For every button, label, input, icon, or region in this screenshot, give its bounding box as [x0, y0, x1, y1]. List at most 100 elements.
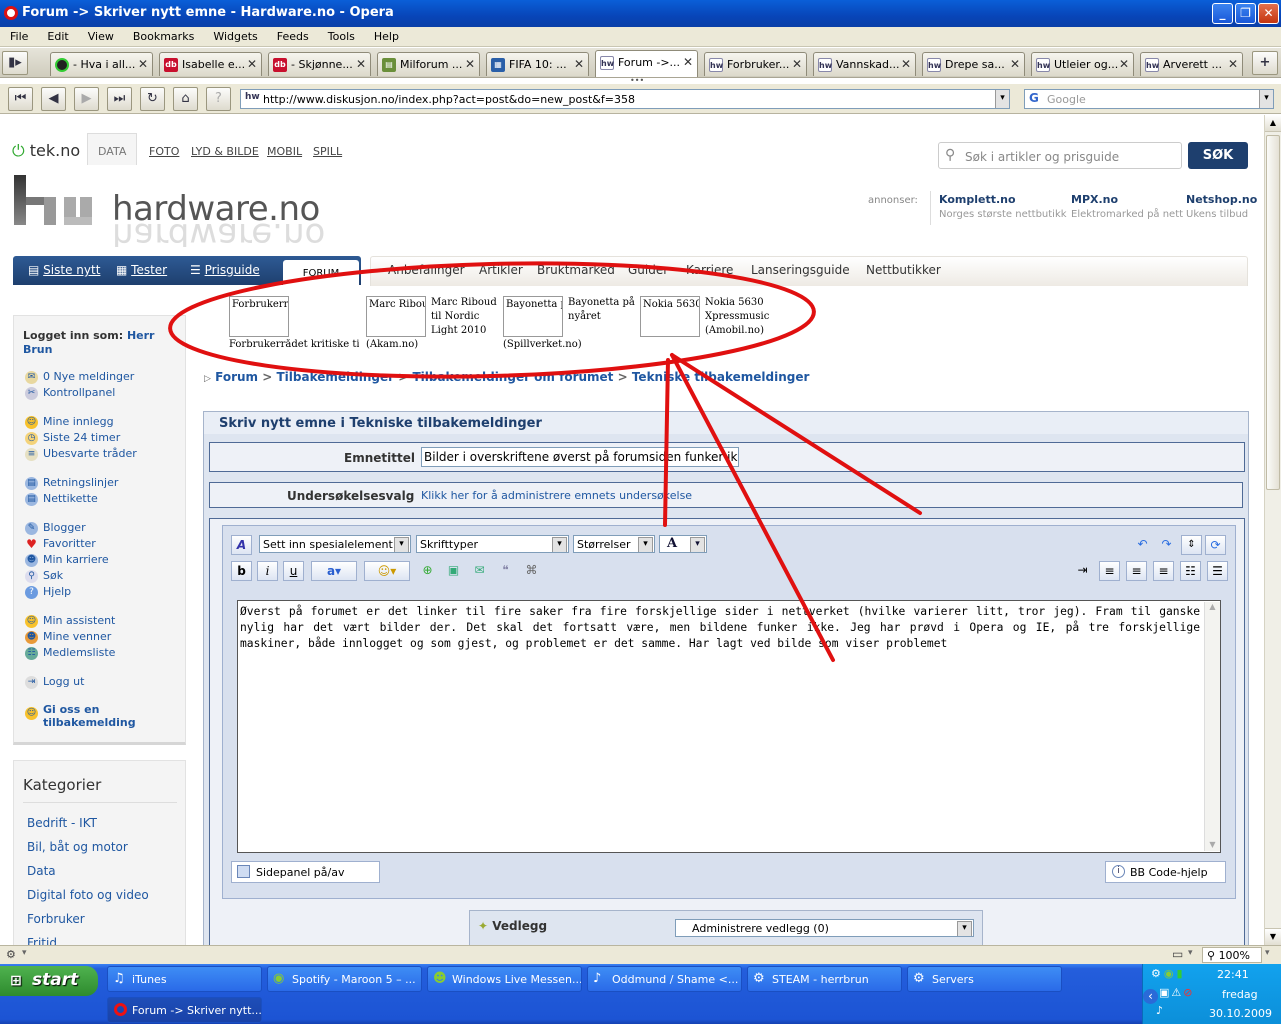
taskbar-item-messenger[interactable]: ☻ Windows Live Messen...: [427, 966, 582, 992]
hw-favicon: hw: [1036, 58, 1050, 72]
tray-expand-icon[interactable]: ‹: [1143, 989, 1158, 1004]
close-tab-icon[interactable]: ✕: [901, 57, 911, 71]
chevron-down-icon[interactable]: ▾: [22, 948, 27, 958]
menu-view[interactable]: View: [78, 27, 123, 43]
close-tab-icon[interactable]: ✕: [1228, 57, 1238, 71]
address-text: http://www.diskusjon.no/index.php?act=po…: [263, 93, 635, 106]
db-favicon: db: [164, 58, 178, 72]
minimize-button[interactable]: _: [1212, 3, 1233, 24]
hw-favicon: hw: [818, 58, 832, 72]
search-engine-input[interactable]: G Google ▾: [1024, 89, 1274, 109]
tab[interactable]: ▦ FIFA 10: ... ✕: [486, 52, 589, 76]
menu-feeds[interactable]: Feeds: [267, 27, 318, 43]
new-tab-icon[interactable]: +: [1252, 51, 1278, 75]
tab[interactable]: - Hva i all... ✕: [50, 52, 153, 76]
tab-label: - Hva i all...: [73, 58, 136, 71]
view-icon[interactable]: ▭: [1172, 947, 1183, 961]
close-tab-icon[interactable]: ✕: [138, 57, 148, 71]
title-bar: Forum -> Skriver nytt emne - Hardware.no…: [0, 0, 1281, 27]
menu-edit[interactable]: Edit: [37, 27, 77, 43]
tab[interactable]: db - Skjønne... ✕: [268, 52, 371, 76]
page-favicon: ▤: [382, 58, 396, 72]
db-favicon: db: [273, 58, 287, 72]
gear-icon[interactable]: ⚙: [6, 948, 16, 961]
security-icon[interactable]: ?: [206, 87, 231, 111]
tab[interactable]: hw Vannskad... ✕: [813, 52, 916, 76]
page-scrollbar[interactable]: ▲ ▼: [1264, 115, 1281, 945]
hw-favicon: hw: [245, 92, 260, 102]
close-tab-icon[interactable]: ✕: [356, 57, 366, 71]
chevron-down-icon[interactable]: ▾: [995, 90, 1009, 108]
close-tab-icon[interactable]: ✕: [792, 57, 802, 71]
menu-tools[interactable]: Tools: [318, 27, 364, 43]
tab-label: - Skjønne...: [291, 58, 353, 71]
close-tab-icon[interactable]: ✕: [1010, 57, 1020, 71]
network-icon: ▣: [1159, 986, 1172, 999]
hw-favicon: hw: [927, 58, 941, 72]
tray-icons[interactable]: ⚙◉▮: [1151, 967, 1186, 980]
tab-label: Utleier og...: [1054, 58, 1119, 71]
taskbar-item-steam[interactable]: ⚙ STEAM - herrbrun: [747, 966, 902, 992]
chevron-down-icon[interactable]: ▾: [1265, 948, 1270, 958]
tab-bar: ▮▸ - Hva i all... ✕ db Isabelle e... ✕ db - …: [0, 48, 1281, 78]
steam-icon: ⚙: [913, 971, 925, 986]
spotify-tray-icon: ◉: [1163, 967, 1177, 980]
spotify-icon: ◉: [273, 971, 285, 986]
close-tab-icon[interactable]: ✕: [574, 57, 584, 71]
taskbar-item-spotify[interactable]: ◉ Spotify - Maroon 5 – ...: [267, 966, 422, 992]
menu-bookmarks[interactable]: Bookmarks: [123, 27, 203, 43]
back-icon[interactable]: ◀: [41, 87, 66, 111]
tab[interactable]: hw Forbruker... ✕: [704, 52, 807, 76]
close-tab-icon[interactable]: ✕: [465, 57, 475, 71]
taskbar-item-opera[interactable]: Forum -> Skriver nytt...: [107, 997, 262, 1023]
tab-label: Arverett ...: [1163, 58, 1222, 71]
menu-widgets[interactable]: Widgets: [203, 27, 266, 43]
menu-help[interactable]: Help: [364, 27, 408, 43]
windows-flag-icon: ⊞: [10, 973, 22, 989]
red-annotation: [168, 261, 922, 662]
music-icon: ♪: [593, 971, 602, 986]
status-tray-icon: ▮: [1176, 967, 1186, 980]
forward-icon[interactable]: ▶: [74, 87, 99, 111]
menu-bar: File Edit View Bookmarks Widgets Feeds Tools He…: [0, 27, 1281, 47]
reload-icon[interactable]: ↻: [140, 87, 165, 111]
messenger-icon: ☻: [433, 971, 447, 986]
scrollbar-thumb[interactable]: [1266, 135, 1280, 490]
taskbar-item-oddmund[interactable]: ♪ Oddmund / Shame <...: [587, 966, 742, 992]
tab[interactable]: hw Utleier og... ✕: [1031, 52, 1134, 76]
zoom-control[interactable]: ⚲ 100%: [1202, 947, 1262, 963]
hw-favicon: hw: [600, 56, 614, 70]
volume-icon[interactable]: ♪: [1156, 1004, 1163, 1017]
maximize-button[interactable]: ❐: [1235, 3, 1256, 24]
tab[interactable]: db Isabelle e... ✕: [159, 52, 262, 76]
google-icon: G: [1029, 91, 1039, 105]
taskbar-item-servers[interactable]: ⚙ Servers: [907, 966, 1062, 992]
close-tab-icon[interactable]: ✕: [1119, 57, 1129, 71]
opera-icon: [114, 1003, 127, 1016]
tab-label: FIFA 10: ...: [509, 58, 567, 71]
chevron-down-icon[interactable]: ▾: [1188, 948, 1193, 958]
start-button[interactable]: ⊞ start: [0, 966, 98, 996]
tab-favicon: [55, 58, 69, 72]
tab[interactable]: ▤ Milforum ... ✕: [377, 52, 480, 76]
rewind-icon[interactable]: ⏮: [8, 87, 33, 111]
tray-icons-2[interactable]: ▣⚠⊘: [1159, 986, 1195, 999]
system-tray: ⚙◉▮ ‹ ▣⚠⊘ ♪ 22:41 fredag 30.10.2009: [1142, 964, 1281, 1024]
fast-forward-icon[interactable]: ⏭: [107, 87, 132, 111]
close-button[interactable]: ✕: [1258, 3, 1279, 24]
page-favicon: ▦: [491, 58, 505, 72]
home-icon[interactable]: ⌂: [173, 87, 198, 111]
panel-toggle-icon[interactable]: ▮▸: [2, 51, 28, 75]
close-tab-icon[interactable]: ✕: [683, 55, 693, 69]
chevron-down-icon[interactable]: ▾: [1259, 90, 1273, 108]
tab-active[interactable]: hw Forum ->... ✕: [595, 50, 698, 77]
zoom-search-icon: ⚲: [1207, 949, 1216, 962]
search-placeholder: Google: [1047, 93, 1086, 106]
address-input[interactable]: hw http://www.diskusjon.no/index.php?act…: [240, 89, 1010, 109]
tab[interactable]: hw Arverett ... ✕: [1140, 52, 1243, 76]
taskbar-item-itunes[interactable]: ♫ iTunes: [107, 966, 262, 992]
menu-file[interactable]: File: [0, 27, 37, 43]
close-tab-icon[interactable]: ✕: [247, 57, 257, 71]
clock-day: fredag: [1222, 988, 1258, 1001]
tab[interactable]: hw Drepe sa... ✕: [922, 52, 1025, 76]
